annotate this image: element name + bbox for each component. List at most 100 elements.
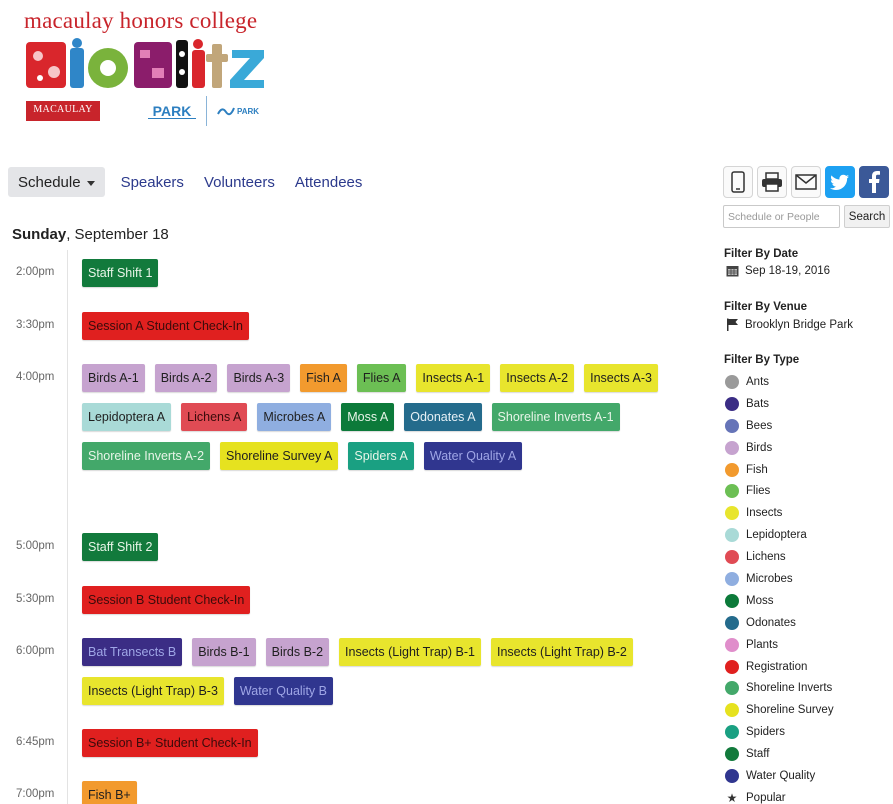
caret-down-icon	[86, 180, 95, 186]
type-label: Insects	[746, 507, 783, 520]
type-color-dot	[725, 615, 739, 630]
type-color-dot	[725, 374, 739, 389]
email-button[interactable]	[791, 166, 821, 198]
type-color-dot	[725, 550, 739, 565]
event-microbes-a[interactable]: Microbes A	[257, 403, 332, 431]
filter-date-option[interactable]: Sep 18-19, 2016	[726, 265, 830, 277]
event-spiders-a[interactable]: Spiders A	[348, 442, 414, 470]
event-shoreline-inverts-a-2[interactable]: Shoreline Inverts A-2	[82, 442, 211, 470]
filter-type-fish[interactable]: Fish	[725, 459, 834, 481]
filter-type-flies[interactable]: Flies	[725, 480, 834, 502]
event-lichens-a[interactable]: Lichens A	[181, 403, 248, 431]
type-label: Ants	[746, 375, 770, 388]
slot-time: 3:30pm	[16, 319, 55, 331]
filter-type-shoreline-inverts[interactable]: Shoreline Inverts	[725, 677, 834, 699]
event-birds-a-1[interactable]: Birds A-1	[82, 364, 145, 392]
filter-type-lepidoptera[interactable]: Lepidoptera	[725, 524, 834, 546]
event-water-quality-a[interactable]: Water Quality A	[423, 442, 523, 470]
nav-link-attendees[interactable]: Attendees	[295, 174, 363, 191]
event-birds-b-2[interactable]: Birds B-2	[265, 638, 330, 666]
nav-link-speakers[interactable]: Speakers	[121, 174, 184, 191]
filter-type-water-quality[interactable]: Water Quality	[725, 765, 834, 787]
slot-events: Session A Student Check-In	[82, 312, 682, 340]
schedule-dropdown[interactable]: Schedule	[8, 167, 105, 197]
event-shoreline-inverts-a-1[interactable]: Shoreline Inverts A-1	[491, 403, 620, 431]
type-color-dot	[725, 681, 739, 696]
event-birds-b-1[interactable]: Birds B-1	[192, 638, 256, 666]
type-color-dot	[725, 659, 739, 674]
type-color-dot	[725, 396, 739, 411]
event-fish-b[interactable]: Fish B+	[82, 781, 137, 804]
event-session-a-student-check-in[interactable]: Session A Student Check-In	[82, 312, 249, 340]
event-shoreline-survey-a[interactable]: Shoreline Survey A	[220, 442, 339, 470]
event-bat-transects-b[interactable]: Bat Transects B	[82, 638, 183, 666]
filter-venue-option[interactable]: Brooklyn Bridge Park	[726, 318, 853, 331]
filter-type-ants[interactable]: Ants	[725, 371, 834, 393]
type-label: Birds	[746, 441, 773, 454]
event-insects-light-trap-b-2[interactable]: Insects (Light Trap) B-2	[490, 638, 633, 666]
filter-type-microbes[interactable]: Microbes	[725, 568, 834, 590]
type-label: Shoreline Survey	[746, 704, 834, 717]
filter-type-odonates[interactable]: Odonates	[725, 612, 834, 634]
search-bar: Search	[723, 205, 890, 228]
filter-type-plants[interactable]: Plants	[725, 634, 834, 656]
event-insects-a-1[interactable]: Insects A-1	[416, 364, 491, 392]
main-nav: Schedule Speakers Volunteers Attendees	[8, 167, 362, 197]
event-session-b-student-check-in[interactable]: Session B Student Check-In	[82, 586, 251, 614]
event-lepidoptera-a[interactable]: Lepidoptera A	[82, 403, 172, 431]
event-insects-a-3[interactable]: Insects A-3	[584, 364, 658, 392]
mobile-button[interactable]	[723, 166, 753, 198]
filter-type-staff[interactable]: Staff	[725, 743, 834, 765]
event-moss-a[interactable]: Moss A	[341, 403, 395, 431]
filter-type-bats[interactable]: Bats	[725, 393, 834, 415]
type-label: Popular	[746, 791, 786, 804]
filter-type-moss[interactable]: Moss	[725, 590, 834, 612]
filter-type-spiders[interactable]: Spiders	[725, 721, 834, 743]
type-label: Odonates	[746, 616, 796, 629]
event-flies-a[interactable]: Flies A	[356, 364, 407, 392]
event-birds-a-3[interactable]: Birds A-3	[227, 364, 291, 392]
filter-type-shoreline-survey[interactable]: Shoreline Survey	[725, 699, 834, 721]
slot-events: Session B Student Check-In	[82, 586, 682, 614]
slot-events: Fish B+	[82, 781, 682, 804]
print-button[interactable]	[757, 166, 787, 198]
type-color-dot	[725, 506, 739, 521]
event-insects-light-trap-b-1[interactable]: Insects (Light Trap) B-1	[339, 638, 481, 666]
type-color-dot	[725, 593, 739, 608]
nav-link-volunteers[interactable]: Volunteers	[204, 174, 275, 191]
facebook-button[interactable]	[859, 166, 889, 198]
search-input[interactable]	[723, 205, 840, 228]
type-label: Registration	[746, 660, 808, 673]
type-label: Microbes	[746, 572, 793, 585]
event-birds-a-2[interactable]: Birds A-2	[154, 364, 218, 392]
event-fish-a[interactable]: Fish A	[300, 364, 347, 392]
filter-type-lichens[interactable]: Lichens	[725, 546, 834, 568]
bioblitz-wordmark-art	[26, 38, 264, 88]
brooklyn-bridge-park-badge: PARK	[148, 104, 196, 119]
macaulay-badge: MACAULAY	[26, 101, 100, 121]
site-logo[interactable]: macaulay honors college MACAULAY PARK PA…	[24, 8, 274, 128]
event-odonates-a[interactable]: Odonates A	[404, 403, 482, 431]
filter-type-insects[interactable]: Insects	[725, 502, 834, 524]
type-color-dot	[725, 528, 739, 543]
email-icon	[795, 174, 817, 190]
event-session-b-student-check-in[interactable]: Session B+ Student Check-In	[82, 729, 258, 757]
twitter-button[interactable]	[825, 166, 855, 198]
filter-type-registration[interactable]: Registration	[725, 656, 834, 678]
conservancy-label: PARK	[237, 106, 260, 116]
logo-title: macaulay honors college	[24, 8, 258, 33]
event-water-quality-b[interactable]: Water Quality B	[233, 677, 333, 705]
slot-time: 6:00pm	[16, 645, 55, 657]
type-color-dot	[725, 725, 739, 740]
filter-type-birds[interactable]: Birds	[725, 437, 834, 459]
event-insects-light-trap-b-3[interactable]: Insects (Light Trap) B-3	[82, 677, 224, 705]
type-color-dot	[725, 440, 739, 455]
search-button[interactable]: Search	[844, 205, 890, 228]
filter-type-bees[interactable]: Bees	[725, 415, 834, 437]
event-staff-shift-2[interactable]: Staff Shift 2	[82, 533, 159, 561]
event-insects-a-2[interactable]: Insects A-2	[500, 364, 575, 392]
type-label: Bats	[746, 397, 770, 410]
event-staff-shift-1[interactable]: Staff Shift 1	[82, 259, 159, 287]
type-label: Bees	[746, 419, 773, 432]
filter-type-popular[interactable]: ★ Popular	[725, 787, 834, 804]
